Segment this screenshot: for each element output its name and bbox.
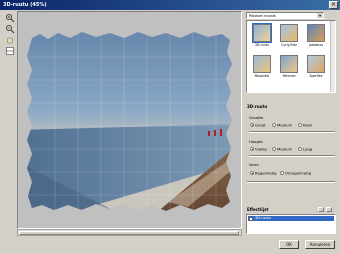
effect-label: 3D-ruutu: [255, 216, 272, 220]
ok-button[interactable]: OK: [279, 240, 299, 249]
delete-effect-icon[interactable]: [326, 207, 332, 212]
thumbnail-image: [307, 24, 325, 42]
thumbnail-image: [253, 55, 271, 73]
effect-category-select[interactable]: Paloiset reunat ▾: [246, 12, 324, 19]
height-group-label: Hoogte: [249, 139, 263, 144]
shape-radio-regular[interactable]: Regelmatig: [250, 170, 277, 176]
scroll-thumb[interactable]: [19, 231, 239, 235]
effects-title: Effectlijst: [247, 207, 269, 212]
zoom-in-icon[interactable]: [4, 12, 15, 23]
gallery-item[interactable]: Curly/fritz: [278, 24, 300, 50]
gallery-item[interactable]: Sparflex: [305, 55, 327, 81]
thumbnail-image: [280, 55, 298, 73]
gallery-item-label: Pehmea: [282, 74, 296, 78]
divider: [249, 155, 335, 157]
tool-column: [2, 11, 16, 241]
window-title: 3D-ruutu (45%): [3, 2, 47, 8]
size-group-label: Grootte: [249, 115, 264, 120]
shape-group-label: Vorm: [249, 162, 259, 167]
thumbnail-image: [252, 23, 272, 43]
cancel-button[interactable]: Annuleren: [305, 240, 335, 249]
gallery-item-label: 3D-ruutu: [254, 43, 270, 47]
gallery-item[interactable]: 3D-ruutu: [251, 23, 273, 50]
gallery-item[interactable]: Jalokaivo: [305, 24, 327, 50]
gallery-item-label: Sparflex: [309, 74, 323, 78]
list-item[interactable]: 3D-ruutu: [248, 216, 334, 221]
thumbnail-image: [307, 55, 325, 73]
add-effect-icon[interactable]: [318, 207, 324, 212]
chevron-down-icon[interactable]: ▾: [317, 13, 323, 18]
height-radio-2[interactable]: Medium: [272, 146, 292, 152]
title-bar: 3D-ruutu (45%) ×: [0, 0, 340, 10]
height-radio-3[interactable]: Laag: [298, 146, 312, 152]
divider: [247, 181, 335, 183]
gallery-item[interactable]: Pehmea: [278, 55, 300, 81]
shape-radio-irregular[interactable]: Onregelmatig: [280, 170, 311, 176]
height-radio-1[interactable]: Vlakig: [250, 146, 267, 152]
close-button[interactable]: ×: [329, 1, 338, 9]
size-radio-large[interactable]: Groot: [250, 122, 266, 128]
thumbnail-image: [280, 24, 298, 42]
gallery-item-label: Jalokaivo: [308, 43, 324, 47]
gallery-item-label: Curly/fritz: [281, 43, 297, 47]
preview-area[interactable]: [17, 11, 242, 229]
effect-checkbox[interactable]: [249, 216, 253, 221]
gallery-item[interactable]: Mosaiikki: [251, 55, 273, 81]
pan-hand-icon[interactable]: [4, 34, 14, 44]
divider: [249, 131, 335, 133]
size-radio-medium[interactable]: Medium: [272, 122, 292, 128]
split-view-icon[interactable]: [4, 45, 14, 55]
effects-list: 3D-ruutu: [246, 214, 336, 234]
size-radio-small[interactable]: Klein: [298, 122, 312, 128]
effect-gallery: 3D-ruutu Curly/fritz Jalokaivo Mosaiikki…: [246, 20, 336, 93]
gallery-scrollbar[interactable]: [330, 21, 335, 92]
settings-title: 3D-ruutu: [247, 104, 268, 109]
select-value: Paloiset reunat: [249, 14, 276, 18]
gallery-item-label: Mosaiikki: [254, 74, 270, 78]
preview-image: [18, 12, 241, 228]
horizontal-scrollbar[interactable]: [17, 229, 242, 236]
zoom-out-icon[interactable]: [4, 23, 15, 34]
